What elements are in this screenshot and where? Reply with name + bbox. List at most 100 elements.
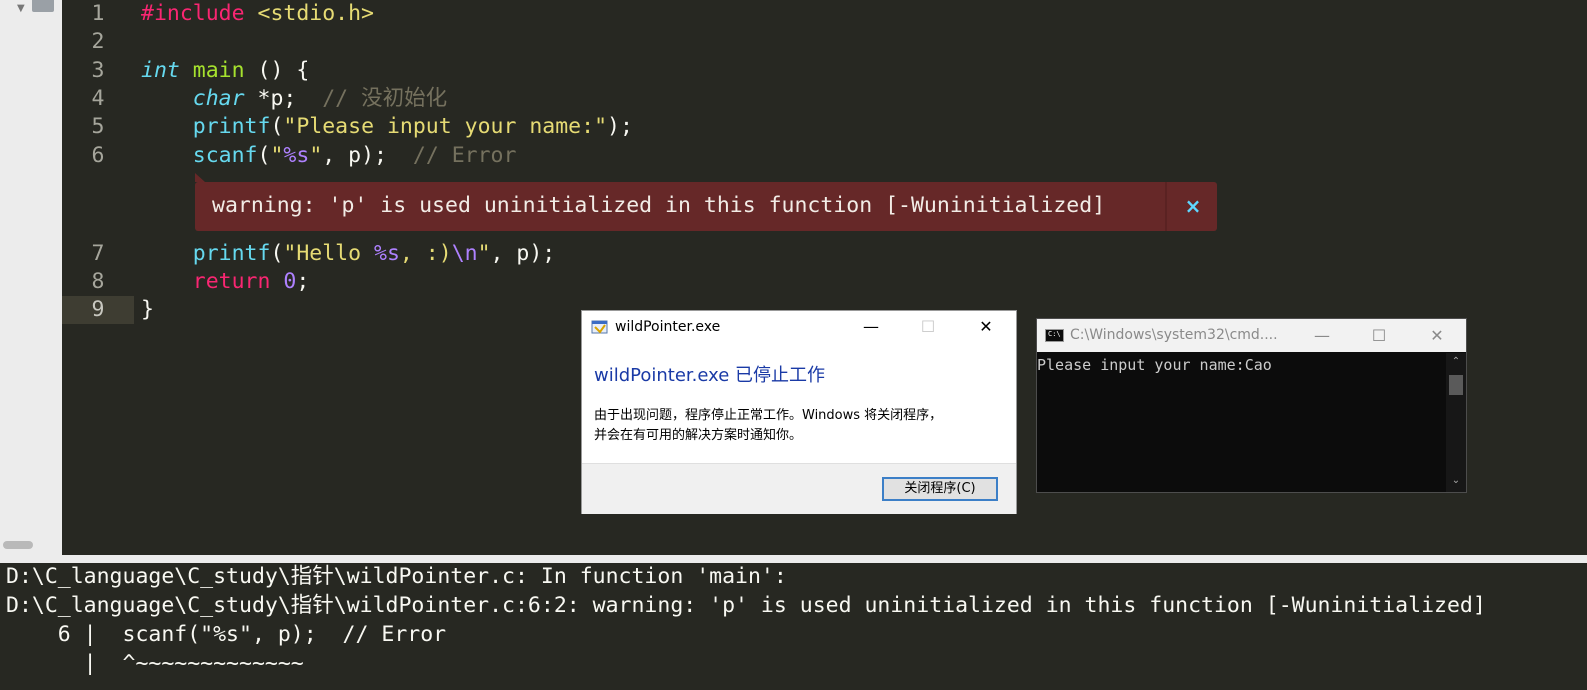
code-token: #include bbox=[141, 1, 258, 26]
code-token: <stdio.h> bbox=[257, 1, 375, 26]
dialog-title: wildPointer.exe bbox=[615, 319, 721, 335]
maximize-button[interactable]: ☐ bbox=[905, 313, 951, 341]
inline-warning-annotation: warning: 'p' is used uninitialized in th… bbox=[195, 173, 1217, 231]
code-text[interactable]: char *p; // 没初始化 bbox=[141, 85, 447, 113]
program-stopped-dialog: wildPointer.exe — ☐ ✕ wildPointer.exe 已停… bbox=[581, 310, 1017, 514]
code-token: " bbox=[309, 143, 323, 168]
line-number: 9 bbox=[62, 296, 134, 324]
code-token: %s bbox=[283, 143, 310, 168]
code-token: int bbox=[141, 58, 180, 83]
console-title: C:\Windows\system32\cmd.... bbox=[1070, 327, 1278, 343]
panel-divider[interactable] bbox=[0, 555, 1587, 563]
code-token: () { bbox=[244, 58, 310, 83]
line-number: 3 bbox=[91, 58, 105, 83]
scroll-down-icon[interactable]: ⌄ bbox=[1446, 472, 1466, 490]
code-text[interactable]: return 0; bbox=[141, 268, 310, 296]
warning-separator bbox=[1165, 182, 1167, 231]
code-token: 0 bbox=[283, 269, 297, 294]
line-number: 2 bbox=[91, 29, 105, 54]
code-token: \n bbox=[451, 241, 478, 266]
code-token: %s bbox=[374, 241, 400, 266]
line-number: 6 bbox=[91, 143, 105, 168]
code-token: printf bbox=[192, 114, 271, 139]
close-program-button[interactable]: 关闭程序(C) bbox=[882, 477, 998, 501]
code-token: // 没初始化 bbox=[322, 86, 448, 111]
code-line-6: 6 scanf("%s", p); // Error bbox=[62, 142, 1587, 170]
console-vertical-scrollbar[interactable]: ⌃ ⌄ bbox=[1446, 353, 1466, 492]
line-number: 5 bbox=[91, 114, 105, 139]
output-line: 6 | scanf("%s", p); // Error bbox=[6, 622, 447, 647]
code-token: main bbox=[192, 58, 245, 83]
line-number: 7 bbox=[91, 241, 105, 266]
code-line-8: 8 return 0; bbox=[62, 268, 1587, 296]
dialog-titlebar[interactable]: wildPointer.exe — ☐ ✕ bbox=[582, 311, 1016, 343]
code-token: // Error bbox=[412, 143, 517, 168]
warning-pointer bbox=[195, 173, 205, 182]
code-line-5: 5 printf("Please input your name:"); bbox=[62, 113, 1587, 141]
code-token: scanf bbox=[192, 143, 258, 168]
dialog-message-line-1: 由于出现问题，程序停止正常工作。Windows 将关闭程序， bbox=[594, 408, 943, 423]
code-line-4: 4 char *p; // 没初始化 bbox=[62, 85, 1587, 113]
code-token: ( bbox=[270, 241, 284, 266]
code-text[interactable]: scanf("%s", p); // Error bbox=[141, 142, 517, 170]
code-text[interactable]: #include <stdio.h> bbox=[141, 0, 374, 28]
close-warning-icon[interactable]: × bbox=[1181, 191, 1205, 221]
line-number: 1 bbox=[91, 1, 105, 26]
minimize-button[interactable]: — bbox=[848, 313, 894, 341]
code-line-7: 7 printf("Hello %s, :)\n", p); bbox=[62, 240, 1587, 268]
code-token: char bbox=[192, 86, 245, 111]
dialog-message: 由于出现问题，程序停止正常工作。Windows 将关闭程序， 并会在有可用的解决… bbox=[594, 406, 1004, 446]
scrollbar-thumb[interactable] bbox=[1449, 375, 1463, 395]
code-text[interactable]: } bbox=[141, 296, 154, 324]
code-token: " bbox=[477, 241, 491, 266]
output-line: D:\C_language\C_study\指针\wildPointer.c: … bbox=[6, 564, 787, 589]
console-output[interactable]: Please input your name:Cao bbox=[1037, 356, 1272, 374]
collapse-arrow-icon[interactable]: ▼ bbox=[17, 3, 25, 14]
console-titlebar[interactable]: C:\ C:\Windows\system32\cmd.... — ☐ ✕ bbox=[1037, 319, 1466, 352]
cmd-icon: C:\ bbox=[1045, 329, 1064, 342]
code-text[interactable]: printf("Please input your name:"); bbox=[141, 113, 633, 141]
app-icon bbox=[591, 320, 608, 334]
code-token: ); bbox=[607, 114, 633, 139]
code-token: , p); bbox=[490, 241, 556, 266]
cmd-console-window[interactable]: C:\ C:\Windows\system32\cmd.... — ☐ ✕ Pl… bbox=[1036, 318, 1467, 493]
code-text[interactable]: int main () { bbox=[141, 57, 309, 85]
dialog-footer: 关闭程序(C) bbox=[582, 463, 1016, 514]
console-minimize-button[interactable]: — bbox=[1293, 319, 1351, 352]
code-token: " bbox=[270, 143, 284, 168]
dialog-heading: wildPointer.exe 已停止工作 bbox=[594, 365, 826, 386]
close-button[interactable]: ✕ bbox=[963, 313, 1009, 341]
dialog-message-line-2: 并会在有可用的解决方案时通知你。 bbox=[594, 428, 803, 443]
code-line-1: 1 #include <stdio.h> bbox=[62, 0, 1587, 28]
file-tree-sidebar: ▼ bbox=[0, 0, 62, 555]
code-token: "Hello bbox=[283, 241, 375, 266]
code-token: printf bbox=[192, 241, 271, 266]
code-token: ( bbox=[270, 114, 284, 139]
warning-message: warning: 'p' is used uninitialized in th… bbox=[212, 193, 1106, 218]
code-text[interactable]: printf("Hello %s, :)\n", p); bbox=[141, 240, 555, 268]
output-line: D:\C_language\C_study\指针\wildPointer.c:6… bbox=[6, 593, 1486, 618]
build-output-panel: D:\C_language\C_study\指针\wildPointer.c: … bbox=[0, 563, 1587, 690]
code-token: "Please input your name:" bbox=[283, 114, 608, 139]
console-close-button[interactable]: ✕ bbox=[1408, 319, 1466, 352]
code-token: } bbox=[141, 297, 154, 322]
code-line-3: 3 int main () { bbox=[62, 57, 1587, 85]
code-line-2: 2 bbox=[62, 28, 1587, 56]
code-token: ( bbox=[257, 143, 271, 168]
sidebar-horizontal-scrollbar[interactable] bbox=[3, 541, 33, 549]
code-token: *p; bbox=[244, 86, 323, 111]
code-token: , p); bbox=[322, 143, 413, 168]
line-number: 4 bbox=[91, 86, 105, 111]
line-number: 8 bbox=[91, 269, 105, 294]
scroll-up-icon[interactable]: ⌃ bbox=[1446, 353, 1466, 371]
folder-icon[interactable] bbox=[32, 0, 54, 12]
console-maximize-button[interactable]: ☐ bbox=[1350, 319, 1408, 352]
code-token: , :) bbox=[399, 241, 452, 266]
output-line: | ^~~~~~~~~~~~~~ bbox=[6, 651, 304, 676]
